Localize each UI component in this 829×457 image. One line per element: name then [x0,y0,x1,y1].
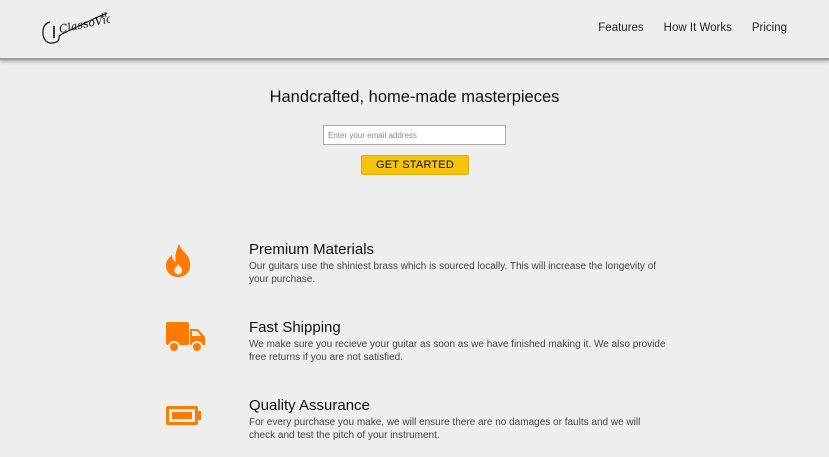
logo[interactable]: ClassoVio [40,10,114,48]
truck-icon [163,319,205,359]
guitar-logo-icon: ClassoVio [42,12,114,44]
feature-description: For every purchase you make, we will ens… [249,417,641,441]
email-input[interactable] [323,125,506,145]
nav-features[interactable]: Features [598,22,643,34]
feature-description: Our guitars use the shiniest brass which… [249,261,657,285]
nav-how-it-works[interactable]: How It Works [664,22,732,34]
main-nav: Features How It Works Pricing [578,22,787,34]
feature-description: We make sure you recieve your guitar as … [249,339,666,363]
fire-icon [163,241,205,281]
feature-title: Premium Materials [249,241,375,258]
feature-fast-shipping: Fast Shipping We make sure you recieve y… [0,319,829,379]
feature-premium-materials: Premium Materials Our guitars use the sh… [0,241,829,301]
logo-text: ClassoVio [58,12,110,36]
battery-icon [163,397,205,437]
feature-title: Fast Shipping [249,319,341,336]
feature-quality-assurance: Quality Assurance For every purchase you… [0,397,829,457]
site-header: ClassoVio Features How It Works Pricing [0,0,829,60]
feature-title: Quality Assurance [249,397,370,414]
hero-title: Handcrafted, home-made masterpieces [269,88,560,106]
get-started-button[interactable]: GET STARTED [361,155,469,175]
nav-pricing[interactable]: Pricing [752,22,787,34]
